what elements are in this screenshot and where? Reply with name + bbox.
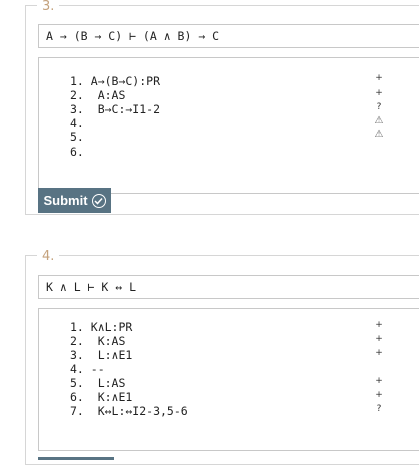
proof-editor[interactable]: 1. K∧L:PR 2. K:AS 3. L:∧E1 4. -- 5. L:AS… xyxy=(38,308,419,451)
check-circle-icon xyxy=(91,193,106,208)
proof-line[interactable]: 4. -- xyxy=(70,362,105,376)
plus-icon: + xyxy=(375,88,383,98)
question-4: 4. K ∧ L ⊢ K ↔ L 1. K∧L:PR 2. K:AS 3. L:… xyxy=(25,249,419,465)
proof-line[interactable]: 6. K:∧E1 xyxy=(70,390,132,404)
plus-icon: + xyxy=(375,348,383,358)
question-3: 3. A → (B → C) ⊢ (A ∧ B) → C 1. A→(B→C):… xyxy=(25,0,419,215)
plus-icon: + xyxy=(375,73,383,83)
proof-line[interactable]: 5. L:AS xyxy=(70,376,125,390)
proof-line[interactable]: 2. A:AS xyxy=(70,88,125,102)
proof-line[interactable]: 7. K↔L:↔I2-3,5-6 xyxy=(70,404,188,418)
proof-line[interactable]: 3. B→C:→I1-2 xyxy=(70,102,160,116)
plus-icon: + xyxy=(375,376,383,386)
question-mark-icon: ? xyxy=(376,404,382,414)
proof-line[interactable]: 5. xyxy=(70,130,84,144)
submit-label: Submit xyxy=(43,193,88,208)
proof-line[interactable]: 1. K∧L:PR xyxy=(70,320,132,334)
question-mark-icon: ? xyxy=(376,102,382,112)
proof-line[interactable]: 3. L:∧E1 xyxy=(70,348,132,362)
plus-icon: + xyxy=(375,390,383,400)
proof-editor[interactable]: 1. A→(B→C):PR 2. A:AS 3. B→C:→I1-2 4. 5.… xyxy=(38,57,419,194)
formula-display: A → (B → C) ⊢ (A ∧ B) → C xyxy=(38,24,419,48)
formula-display: K ∧ L ⊢ K ↔ L xyxy=(38,275,419,299)
warning-icon: ⚠ xyxy=(374,115,384,126)
proof-line[interactable]: 2. K:AS xyxy=(70,334,125,348)
proof-line[interactable]: 6. xyxy=(70,145,84,159)
question-number: 3. xyxy=(37,0,60,14)
warning-icon: ⚠ xyxy=(374,129,384,140)
proof-line[interactable]: 4. xyxy=(70,116,84,130)
question-number: 4. xyxy=(37,249,60,264)
proof-line[interactable]: 1. A→(B→C):PR xyxy=(70,74,160,88)
plus-icon: + xyxy=(375,334,383,344)
submit-button[interactable]: Submit xyxy=(38,188,111,213)
plus-icon: + xyxy=(375,320,383,330)
